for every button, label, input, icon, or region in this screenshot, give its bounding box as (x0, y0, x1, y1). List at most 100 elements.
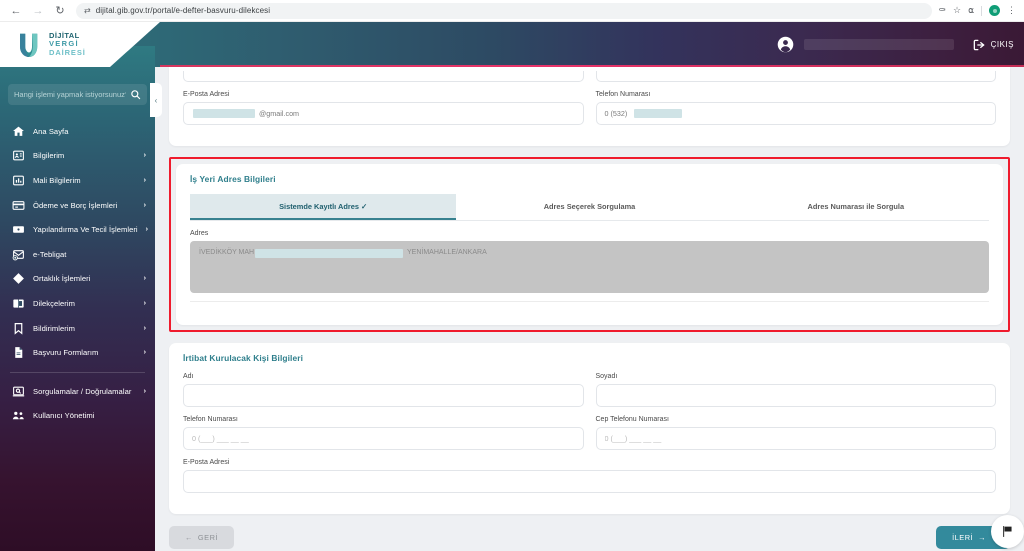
laptop-search-icon (12, 386, 25, 397)
sidebar-item-ana-sayfa[interactable]: Ana Sayfa (0, 119, 155, 144)
search-input[interactable] (14, 90, 126, 99)
browser-toolbar: ← → ↻ ⇄ dijital.gib.gov.tr/portal/e-deft… (0, 0, 1024, 22)
tab-adres-numarasi-ile-sorgula[interactable]: Adres Numarası ile Sorgula (723, 194, 989, 220)
divider (981, 5, 982, 16)
extensions-icon[interactable]: ⍺ (968, 5, 974, 16)
phone-input-wrap: 0 (532) (595, 102, 996, 125)
sidebar-item-yapilandirma-ve-tecil-islemleri[interactable]: Yapılandırma Ve Tecil İşlemleri › (0, 217, 155, 242)
contact-section-title: İrtibat Kurulacak Kişi Bilgileri (183, 353, 304, 363)
users-icon (12, 412, 24, 420)
contact-phone-input[interactable] (183, 427, 584, 450)
tab-adres-secerek-sorgulama[interactable]: Adres Seçerek Sorgulama (456, 194, 722, 220)
profile-avatar-icon[interactable] (989, 5, 1000, 16)
sidebar-item-sorgulamalar-dogrulamalar[interactable]: Sorgulamalar / Doğrulamalar › (0, 379, 155, 404)
chart-bar-icon (13, 175, 24, 186)
field-mobile-phone: Cep Telefonu Numarası (595, 416, 996, 450)
next-arrow-icon: → (978, 533, 986, 542)
document-icon (15, 347, 23, 359)
stub-input-left[interactable] (183, 71, 584, 82)
envelope-plus-icon (12, 249, 24, 261)
address-section-title: İş Yeri Adres Bilgileri (190, 174, 276, 184)
sidebar-item-mali-bilgilerim[interactable]: Mali Bilgilerim › (0, 168, 155, 193)
back-button[interactable]: ← GERİ (169, 526, 234, 549)
contact-email-input[interactable] (183, 470, 996, 493)
address-bar[interactable]: ⇄ dijital.gib.gov.tr/portal/e-defter-bas… (76, 2, 933, 19)
three-dots-menu-icon[interactable]: ⋮ (1007, 5, 1016, 16)
sidebar-item-odeme-ve-borc-islemleri[interactable]: Ödeme ve Borç İşlemleri › (0, 193, 155, 218)
contact-email-label: E-Posta Adresi (183, 459, 230, 466)
feedback-flag-button[interactable] (991, 515, 1024, 548)
phone-row: Telefon Numarası Cep Telefonu Numarası (183, 416, 996, 459)
field-first-name: Adı (183, 373, 584, 407)
field-contact-phone: Telefon Numarası (183, 416, 584, 450)
header-right-actions: ÇIKIŞ (777, 22, 1024, 67)
contact-person-card: İrtibat Kurulacak Kişi Bilgileri Adı Soy… (169, 343, 1010, 514)
stub-input-right[interactable] (595, 71, 996, 82)
logout-label: ÇIKIŞ (990, 40, 1014, 49)
last-name-input[interactable] (595, 384, 996, 407)
address-redaction (255, 249, 403, 258)
chevron-right-icon: › (143, 176, 146, 184)
sidebar-item-bilgilerim[interactable]: Bilgilerim › (0, 144, 155, 169)
address-textarea: İVEDİKKÖY MAH YENİMAHALLE/ANKARA (190, 241, 989, 293)
tab-sistemde-kayitli-adres[interactable]: Sistemde Kayıtlı Adres ✓ (190, 194, 457, 220)
id-card-icon (13, 151, 24, 161)
field-last-name: Soyadı (595, 373, 996, 407)
sidebar-collapse-button[interactable]: ‹ (150, 83, 162, 117)
stub-inputs-row (183, 71, 996, 91)
sidebar-item-label: Kullanıcı Yönetimi (33, 411, 95, 421)
sidebar-item-e-tebligat[interactable]: e-Tebligat (0, 242, 155, 267)
user-account-icon (777, 36, 793, 53)
brand-logo[interactable]: DİJİTAL VERGİ DAİRESİ (0, 30, 86, 60)
address-prefix: İVEDİKKÖY MAH (199, 249, 255, 256)
address-text-line: İVEDİKKÖY MAH YENİMAHALLE/ANKARA (199, 248, 980, 259)
sidebar-item-kullanici-yonetimi[interactable]: Kullanıcı Yönetimi (0, 404, 155, 429)
phone-input[interactable] (595, 102, 996, 125)
address-label: Adres (190, 230, 209, 237)
star-icon[interactable]: ☆ (953, 5, 961, 16)
field-contact-email: E-Posta Adresi (183, 459, 996, 493)
chevron-right-icon: › (143, 275, 146, 283)
mobile-phone-input[interactable] (595, 427, 996, 450)
email-input-wrap: @gmail.com (183, 102, 584, 125)
forward-icon[interactable]: → (28, 2, 48, 20)
sidebar-item-label: Yapılandırma Ve Tecil İşlemleri (33, 225, 138, 235)
site-settings-icon[interactable]: ⇄ (84, 6, 91, 15)
sidebar: ‹ Ana Sayfa Bilgilerim › Mali Bilgilerim… (0, 46, 162, 551)
sidebar-item-bildirimlerim[interactable]: Bildirimlerim › (0, 316, 155, 341)
chevron-right-icon: › (145, 226, 149, 234)
chevron-right-icon: › (143, 152, 146, 160)
sidebar-item-basvuru-formlarim[interactable]: Başvuru Formlarım › (0, 340, 155, 365)
phone-label: Telefon Numarası (595, 91, 651, 98)
key-icon[interactable]: ⚰ (938, 5, 946, 16)
sidebar-item-label: Ödeme ve Borç İşlemleri (33, 200, 118, 210)
next-button-wrap: İLERİ → (936, 515, 1024, 549)
contact-phone-label: Telefon Numarası (183, 416, 238, 423)
sidebar-item-dilekcelerim[interactable]: Dilekçelerim › (0, 291, 155, 316)
user-account[interactable] (777, 36, 954, 53)
search-box[interactable] (8, 84, 147, 105)
reload-icon[interactable]: ↻ (50, 2, 70, 20)
last-name-label: Soyadı (595, 373, 618, 380)
search-icon[interactable] (130, 89, 141, 100)
chevron-right-icon: › (143, 387, 146, 395)
email-input[interactable] (183, 102, 584, 125)
chevron-right-icon: › (143, 324, 146, 332)
logout-button[interactable]: ÇIKIŞ (972, 38, 1014, 52)
back-icon[interactable]: ← (6, 2, 26, 20)
sidebar-item-ortaklik-islemleri[interactable]: Ortaklık İşlemleri › (0, 267, 155, 292)
field-email: E-Posta Adresi @gmail.com (183, 91, 584, 125)
address-tabs: Sistemde Kayıtlı Adres ✓ Adres Seçerek S… (190, 194, 989, 221)
url-text: dijital.gib.gov.tr/portal/e-defter-basvu… (95, 6, 271, 15)
application-window: DİJİTAL VERGİ DAİRESİ ÇIKIŞ Hangi işlemi… (0, 22, 1024, 551)
form-navigation-buttons: ← GERİ İLERİ → (169, 515, 1024, 551)
first-name-input[interactable] (183, 384, 584, 407)
first-name-label: Adı (183, 373, 194, 380)
sidebar-item-label: Bildirimlerim (33, 323, 75, 333)
flag-icon (1003, 526, 1012, 537)
sidebar-item-label: Bilgilerim (33, 151, 65, 161)
stub-field-right (595, 71, 996, 82)
logo-line-3: DAİRESİ (49, 47, 86, 57)
sidebar-item-label: Mali Bilgilerim (33, 175, 81, 185)
logo-text: DİJİTAL VERGİ DAİRESİ (49, 32, 86, 56)
